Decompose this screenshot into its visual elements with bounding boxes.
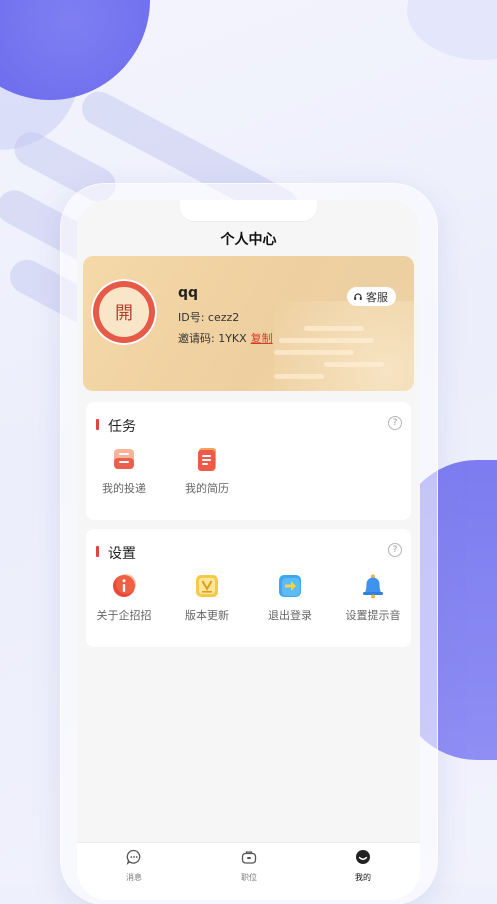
help-icon[interactable]: ? — [388, 543, 402, 557]
settings-panel: 设置 ? 关于企招招 版本更新 退出登录 设置提示音 — [86, 529, 411, 647]
decor-circle — [0, 0, 150, 100]
card-decoration — [304, 326, 364, 331]
invite-code: 邀请码: 1YKX — [178, 332, 247, 345]
logout-label: 退出登录 — [268, 609, 312, 622]
message-icon — [126, 849, 141, 865]
version-update-icon — [194, 573, 220, 599]
logout-button[interactable]: 退出登录 — [255, 573, 325, 623]
avatar-inner: 開 — [99, 287, 149, 337]
profile-icon — [356, 850, 370, 864]
bell-icon — [360, 573, 386, 599]
section-title-tasks: 任务 — [108, 419, 136, 435]
avatar-text: 開 — [115, 303, 133, 324]
decor-circle — [407, 0, 497, 60]
version-update-label: 版本更新 — [185, 609, 229, 622]
bottom-tab-bar: 消息 职位 我的 — [77, 842, 420, 900]
headset-icon — [354, 292, 362, 300]
phone-notch — [180, 200, 317, 221]
section-marker — [96, 546, 99, 557]
customer-service-label: 客服 — [366, 290, 388, 304]
delivery-icon — [111, 446, 137, 472]
profile-card: 開 qq ID号: cezz2 邀请码: 1YKX 复制 客服 — [83, 256, 414, 391]
card-decoration — [274, 374, 324, 379]
task-panel: 任务 ? 我的投递 我的简历 — [86, 402, 411, 520]
tab-jobs[interactable]: 职位 — [219, 849, 279, 883]
info-icon — [111, 573, 137, 599]
section-title-settings: 设置 — [108, 546, 136, 562]
card-decoration — [324, 362, 384, 367]
card-decoration — [274, 350, 354, 355]
customer-service-button[interactable]: 客服 — [347, 287, 396, 306]
user-name: qq — [178, 285, 199, 301]
help-icon[interactable]: ? — [388, 416, 402, 430]
avatar[interactable]: 開 — [91, 279, 157, 345]
my-deliveries-label: 我的投递 — [102, 482, 146, 495]
tab-label: 职位 — [241, 873, 257, 882]
copy-link[interactable]: 复制 — [251, 332, 273, 345]
about-label: 关于企招招 — [96, 609, 152, 622]
page-title: 个人中心 — [220, 232, 277, 248]
briefcase-icon — [241, 851, 257, 864]
card-decoration — [279, 338, 374, 343]
resume-icon — [194, 446, 220, 472]
my-resume-button[interactable]: 我的简历 — [172, 446, 242, 496]
my-deliveries-button[interactable]: 我的投递 — [89, 446, 159, 496]
tab-label: 消息 — [126, 873, 142, 882]
notification-sound-label: 设置提示音 — [345, 609, 401, 622]
my-resume-label: 我的简历 — [185, 482, 229, 495]
about-button[interactable]: 关于企招招 — [89, 573, 159, 623]
section-marker — [96, 419, 99, 430]
tab-profile[interactable]: 我的 — [333, 849, 393, 883]
version-update-button[interactable]: 版本更新 — [172, 573, 242, 623]
app-screen: 个人中心 開 qq ID号: cezz2 邀请码: 1YKX 复制 客服 任务 … — [77, 200, 420, 900]
notification-sound-button[interactable]: 设置提示音 — [338, 573, 408, 623]
user-id: ID号: cezz2 — [178, 311, 240, 324]
logout-icon — [277, 573, 303, 599]
tab-messages[interactable]: 消息 — [104, 849, 164, 883]
tab-label: 我的 — [355, 873, 371, 882]
invite-code-row: 邀请码: 1YKX 复制 — [178, 330, 273, 346]
